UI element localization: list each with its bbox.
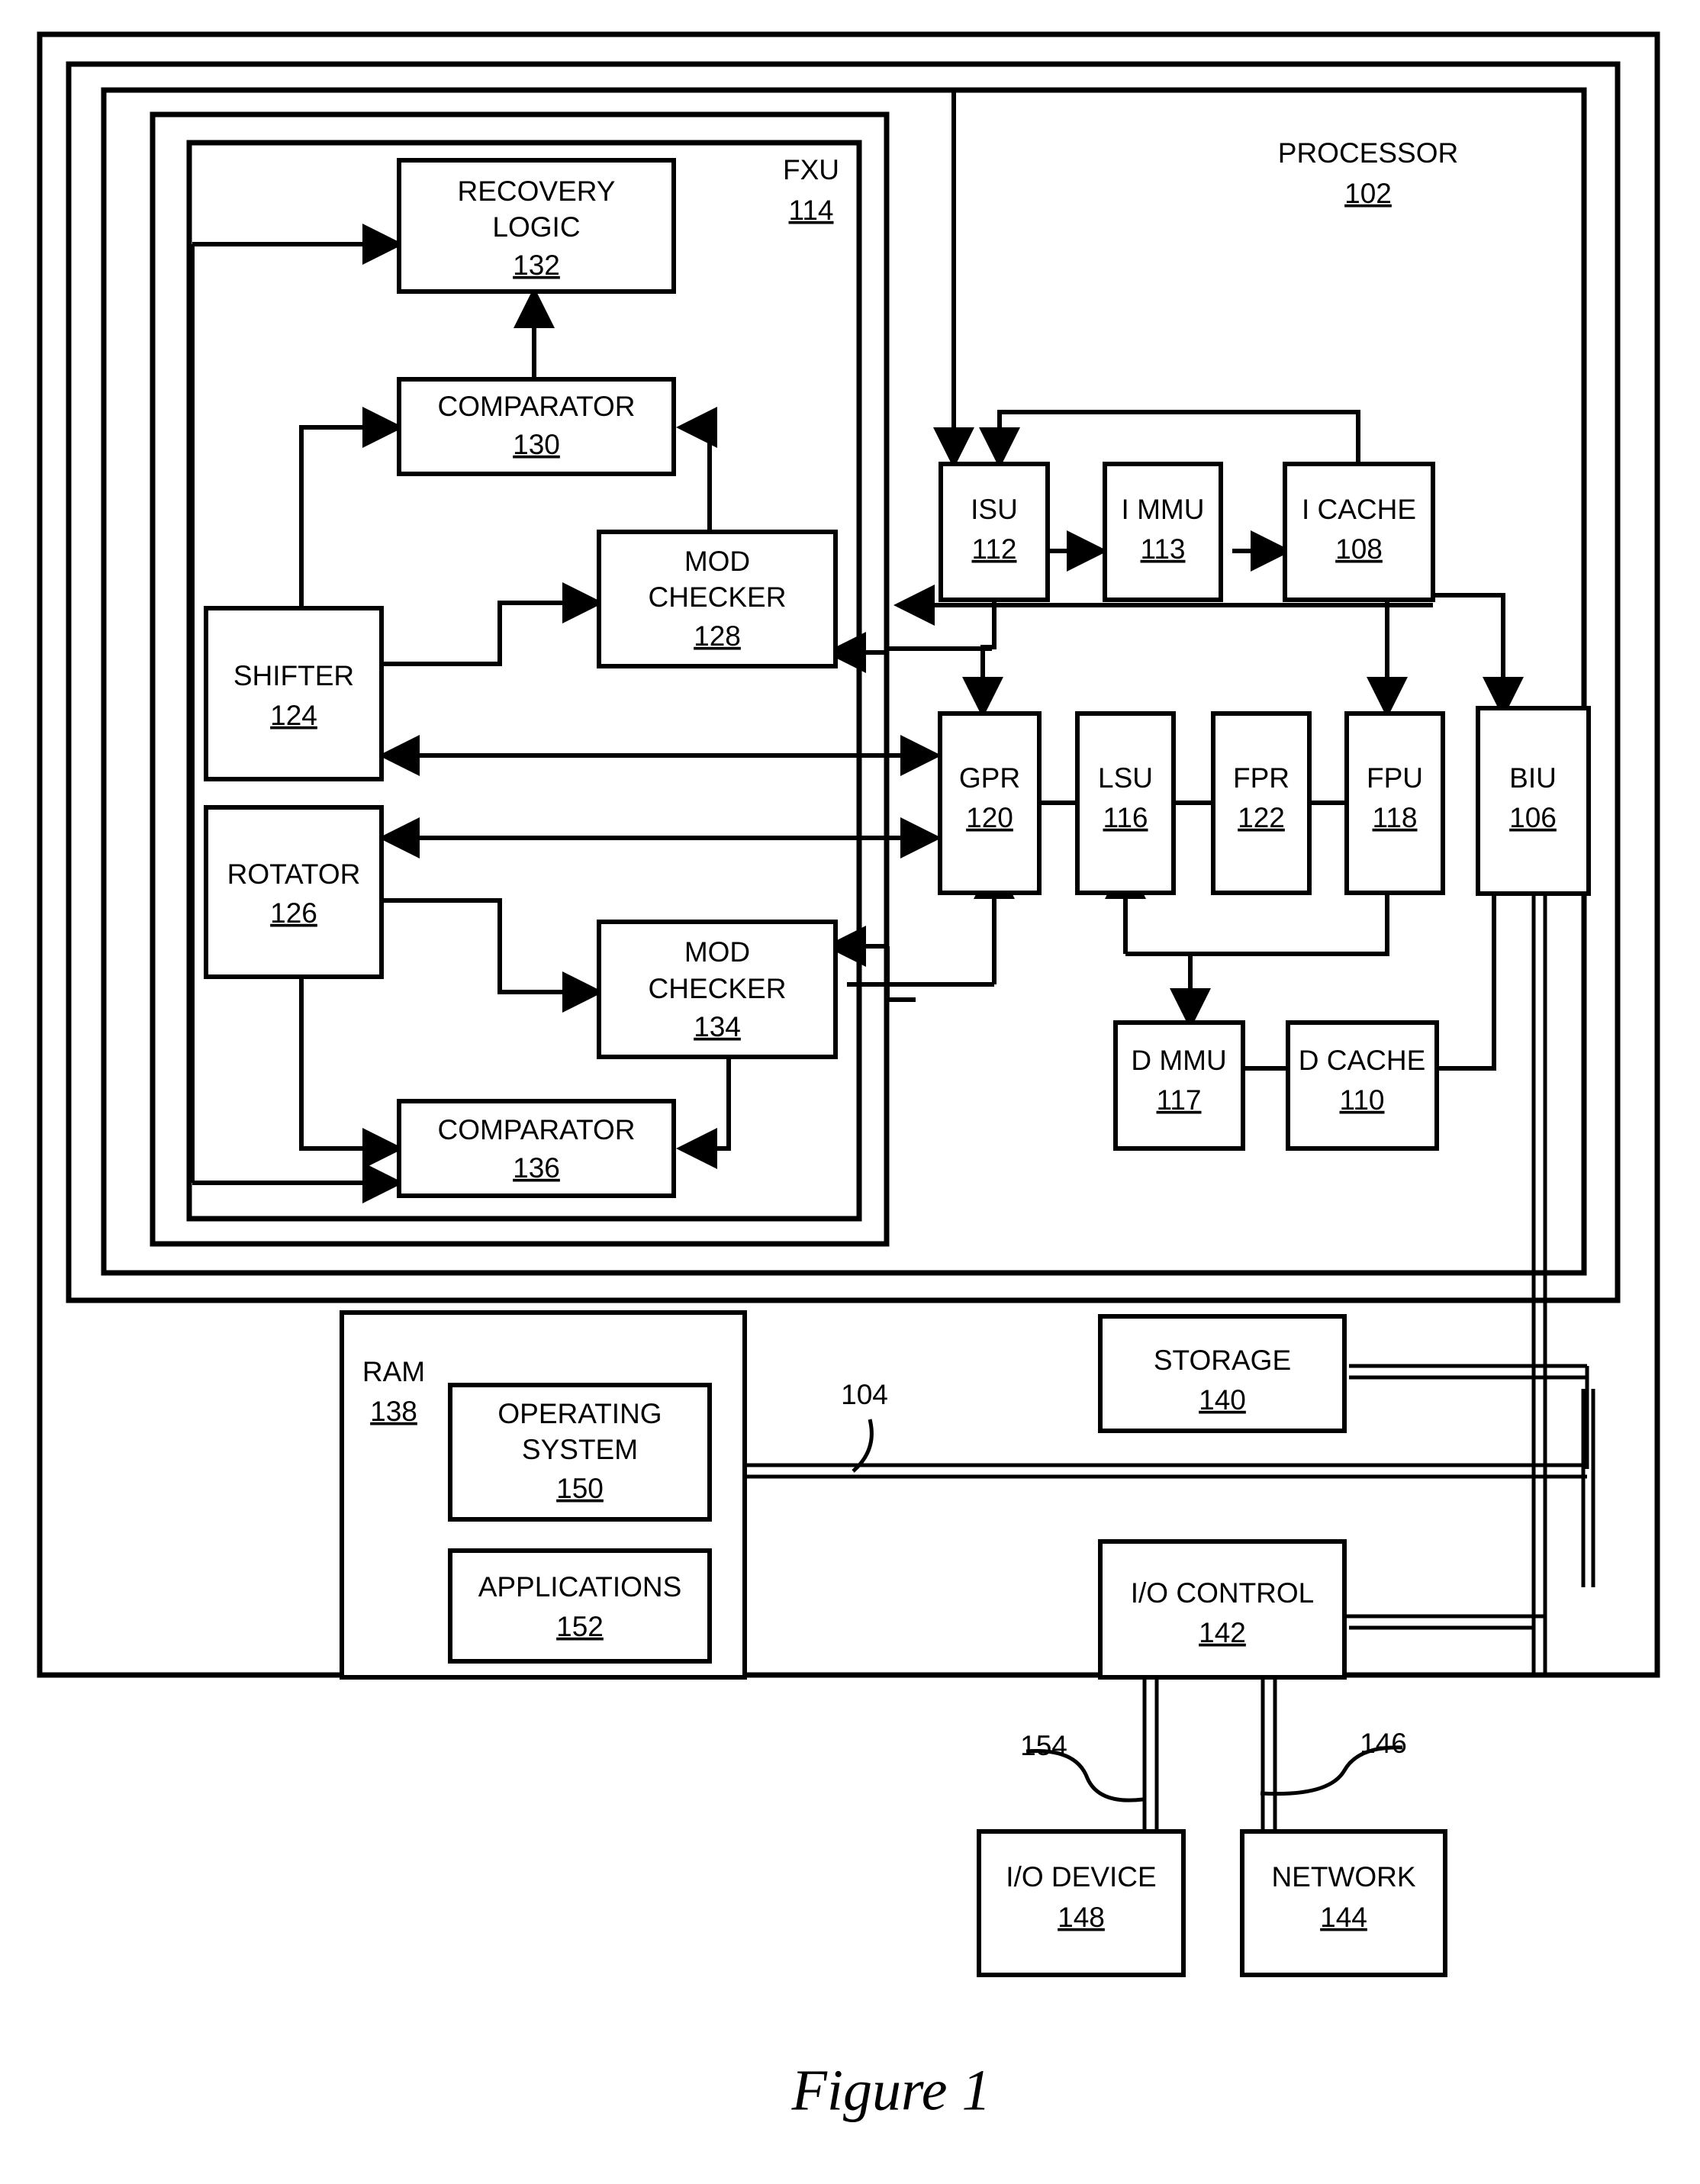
shifter-ref: 124	[270, 700, 317, 731]
ram-ref: 138	[370, 1396, 417, 1427]
fpu-line1: FPU	[1367, 762, 1423, 794]
figure-caption: Figure 1	[790, 2058, 990, 2122]
block-io-control[interactable]: I/O CONTROL 142	[1098, 1539, 1347, 1680]
ram-line1: RAM	[362, 1356, 425, 1387]
immu-ref: 113	[1141, 533, 1186, 565]
processor-frame-label: PROCESSOR 102	[1278, 137, 1458, 209]
fxu-label: FXU	[783, 154, 839, 185]
processor-ref: 102	[1344, 178, 1392, 209]
applications-line1: APPLICATIONS	[478, 1571, 682, 1603]
ref-label-154: 154	[1020, 1730, 1067, 1761]
ref-label-146: 146	[1360, 1728, 1407, 1759]
operating-system-line1: OPERATING	[497, 1398, 662, 1429]
link-modchecker134-feed	[885, 946, 916, 1002]
lsu-line1: LSU	[1098, 762, 1153, 794]
link-lsu-dmmu	[1125, 952, 1211, 1029]
block-icache[interactable]: I CACHE 108	[1283, 462, 1435, 602]
block-isu[interactable]: ISU 112	[939, 462, 1050, 602]
rotator-ref: 126	[270, 897, 317, 929]
mod-checker-134-line1: MOD	[684, 936, 750, 968]
icache-line1: I CACHE	[1302, 494, 1416, 525]
link-icache-to-modchecker128	[893, 585, 1433, 626]
fpu-ref: 118	[1373, 802, 1418, 833]
io-control-line1: I/O CONTROL	[1131, 1577, 1315, 1609]
link-dcache-biu	[1437, 893, 1496, 1071]
block-comparator-136[interactable]: COMPARATOR 136	[397, 1099, 676, 1198]
io-device-line1: I/O DEVICE	[1006, 1861, 1156, 1892]
link-shifter-modchk128	[382, 582, 604, 666]
block-gpr[interactable]: GPR 120	[938, 711, 1042, 895]
mod-checker-134-ref: 134	[694, 1011, 741, 1042]
mod-checker-128-ref: 128	[694, 620, 741, 652]
shifter-line1: SHIFTER	[233, 660, 354, 691]
biu-ref: 106	[1509, 802, 1557, 833]
block-lsu[interactable]: LSU 116	[1075, 711, 1176, 895]
network-ref: 144	[1320, 1902, 1367, 1933]
block-recovery-logic[interactable]: RECOVERY LOGIC 132	[397, 158, 676, 294]
fxu-frame-label: FXU 114	[783, 154, 839, 226]
link-modchk134-comp136	[676, 1057, 731, 1169]
operating-system-ref: 150	[556, 1473, 604, 1504]
block-fpu[interactable]: FPU 118	[1344, 711, 1445, 895]
gpr-ref: 120	[966, 802, 1013, 833]
network-line1: NETWORK	[1271, 1861, 1415, 1892]
block-applications[interactable]: APPLICATIONS 152	[448, 1548, 712, 1664]
fpr-ref: 122	[1238, 802, 1285, 833]
fpr-line1: FPR	[1233, 762, 1289, 794]
dcache-line1: D CACHE	[1299, 1045, 1426, 1076]
block-dcache[interactable]: D CACHE 110	[1286, 1020, 1439, 1151]
mod-checker-128-line2: CHECKER	[649, 581, 787, 613]
block-mod-checker-128[interactable]: MOD CHECKER 128	[597, 530, 838, 668]
biu-line1: BIU	[1509, 762, 1557, 794]
block-network[interactable]: NETWORK 144	[1240, 1829, 1447, 1977]
link-rotator-modchk134	[382, 898, 604, 1013]
processor-label: PROCESSOR	[1278, 137, 1458, 169]
patent-figure-page: PROCESSOR 102 FXU 114 RECOVERY LOGIC 132…	[0, 0, 1700, 2184]
lsu-ref: 116	[1103, 802, 1148, 833]
block-biu[interactable]: BIU 106	[1476, 706, 1591, 896]
dmmu-ref: 117	[1157, 1084, 1202, 1116]
block-storage[interactable]: STORAGE 140	[1098, 1314, 1347, 1433]
block-operating-system[interactable]: OPERATING SYSTEM 150	[448, 1383, 712, 1522]
mod-checker-134-line2: CHECKER	[649, 973, 787, 1004]
link-icache-biu	[1434, 593, 1524, 718]
gpr-line1: GPR	[959, 762, 1020, 794]
immu-line1: I MMU	[1122, 494, 1205, 525]
operating-system-line2: SYSTEM	[522, 1434, 638, 1465]
mod-checker-128-line1: MOD	[684, 546, 750, 577]
recovery-logic-line1: RECOVERY	[458, 176, 616, 207]
block-comparator-130[interactable]: COMPARATOR 130	[397, 377, 676, 476]
block-rotator[interactable]: ROTATOR 126	[204, 805, 384, 979]
storage-line1: STORAGE	[1154, 1345, 1291, 1376]
block-fpr[interactable]: FPR 122	[1211, 711, 1312, 895]
icache-ref: 108	[1335, 533, 1383, 565]
recovery-logic-line2: LOGIC	[492, 211, 580, 243]
block-mod-checker-134[interactable]: MOD CHECKER 134	[597, 920, 838, 1059]
dmmu-line1: D MMU	[1131, 1045, 1226, 1076]
link-rotator-comp136	[299, 950, 404, 1169]
block-io-device[interactable]: I/O DEVICE 148	[977, 1829, 1186, 1977]
rotator-line1: ROTATOR	[227, 858, 361, 890]
block-dmmu[interactable]: D MMU 117	[1113, 1020, 1245, 1151]
block-immu[interactable]: I MMU 113	[1103, 462, 1223, 602]
isu-line1: ISU	[971, 494, 1018, 525]
link-isu-gpr	[962, 599, 1003, 718]
fxu-ref: 114	[789, 195, 834, 226]
recovery-logic-ref: 132	[513, 250, 560, 281]
block-shifter[interactable]: SHIFTER 124	[204, 606, 384, 781]
io-control-ref: 142	[1199, 1617, 1246, 1648]
comparator-136-ref: 136	[513, 1152, 560, 1184]
dcache-ref: 110	[1340, 1084, 1385, 1116]
storage-ref: 140	[1199, 1384, 1246, 1416]
comparator-136-line1: COMPARATOR	[437, 1114, 635, 1145]
ref-label-104: 104	[841, 1379, 888, 1410]
comparator-130-line1: COMPARATOR	[437, 391, 635, 422]
io-device-ref: 148	[1058, 1902, 1105, 1933]
applications-ref: 152	[556, 1611, 604, 1642]
link-modchk128-comp130	[676, 407, 717, 534]
comparator-130-ref: 130	[513, 429, 560, 460]
link-fpu-dmmu	[1190, 893, 1389, 956]
isu-ref: 112	[972, 533, 1017, 565]
